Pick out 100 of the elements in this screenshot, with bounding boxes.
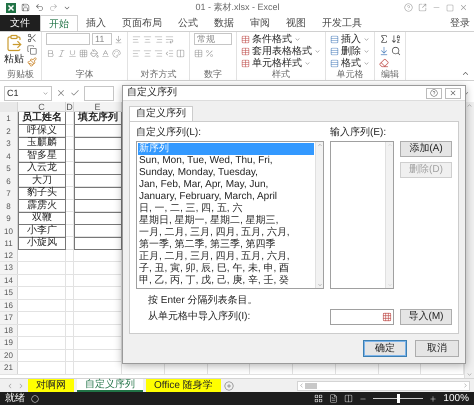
caret-icon[interactable] [294, 36, 301, 42]
table-icon[interactable] [241, 46, 250, 56]
row-header[interactable]: 19 [0, 337, 18, 348]
dialog-button[interactable]: 添加(A) [400, 141, 452, 157]
import-range-field[interactable] [330, 309, 394, 325]
row-header[interactable]: 7 [0, 187, 18, 200]
ribbon-tab[interactable]: 开发工具 [314, 15, 370, 31]
list-item[interactable]: 一月, 二月, 三月, 四月, 五月, 六月, [138, 227, 314, 239]
sign-in-link[interactable]: 登录 [450, 16, 474, 30]
row-header[interactable]: 8 [0, 200, 18, 212]
list-item[interactable]: 甲, 乙, 丙, 丁, 戊, 己, 庚, 辛, 壬, 癸 [138, 275, 314, 287]
row-header[interactable]: 14 [0, 274, 18, 286]
ribbon-tab[interactable]: 插入 [78, 15, 114, 31]
new-sheet-icon[interactable] [224, 380, 234, 390]
row-header[interactable]: 12 [0, 250, 18, 261]
row-header[interactable]: 6 [0, 174, 18, 188]
help-button[interactable] [426, 88, 442, 98]
row-header[interactable]: 17 [0, 312, 18, 324]
wrap-text-icon[interactable] [165, 34, 174, 44]
paste-button[interactable]: 粘贴 [4, 33, 24, 66]
name-box[interactable]: C1 [4, 86, 52, 100]
close-icon[interactable] [449, 89, 457, 97]
table-icon[interactable] [241, 58, 250, 68]
redo-icon[interactable] [49, 3, 58, 12]
cells-menu-item[interactable]: 插入 [330, 33, 370, 45]
ribbon-tab[interactable]: 开始 [40, 15, 78, 31]
align-right-icon[interactable] [154, 48, 163, 58]
font-size-field[interactable]: 11 [92, 33, 112, 45]
ribbon-tab[interactable]: 公式 [170, 15, 206, 31]
macro-record-icon[interactable] [31, 394, 39, 402]
styles-menu-item[interactable]: 单元格样式 [241, 57, 321, 69]
page-break-icon[interactable] [344, 394, 354, 403]
top-align-icon[interactable] [132, 34, 141, 44]
list-item[interactable]: January, February, March, April [138, 191, 314, 203]
cut-icon[interactable] [27, 33, 37, 43]
indent-icon[interactable] [165, 48, 174, 58]
rows-icon[interactable] [330, 46, 339, 56]
fill-color-icon[interactable] [90, 48, 99, 58]
zoom-in-icon[interactable] [429, 394, 438, 402]
row-header[interactable]: 2 [0, 124, 18, 138]
list-item[interactable]: Jan, Feb, Mar, Apr, May, Jun, [138, 179, 314, 191]
styles-menu-item[interactable]: 条件格式 [241, 33, 321, 45]
save-icon[interactable] [21, 3, 30, 12]
formula-field[interactable] [84, 86, 114, 100]
styles-menu-item[interactable]: 套用表格格式 [241, 45, 321, 57]
maximize-icon[interactable] [446, 4, 454, 12]
caret-icon[interactable] [42, 90, 49, 96]
row-header[interactable]: 15 [0, 287, 18, 298]
entries-field[interactable] [330, 141, 394, 289]
column-header[interactable]: C [18, 102, 66, 112]
row-header[interactable]: 20 [0, 350, 18, 361]
number-format-field[interactable]: 常规 [194, 33, 232, 45]
row-header[interactable]: 5 [0, 162, 18, 175]
list-item[interactable]: 第一季, 第二季, 第三季, 第四季 [138, 239, 314, 251]
list-item[interactable]: Sunday, Monday, Tuesday, [138, 167, 314, 179]
row-header[interactable]: 4 [0, 150, 18, 162]
ribbon-tab[interactable]: 文件 [0, 15, 40, 31]
align-center-icon[interactable] [143, 48, 152, 58]
row-header[interactable]: 13 [0, 262, 18, 274]
ribbon-tab[interactable]: 视图 [278, 15, 314, 31]
custom-list[interactable] [136, 141, 324, 289]
collapse-ribbon-icon[interactable] [461, 69, 470, 78]
middle-align-icon[interactable] [143, 34, 152, 44]
cells-menu-item[interactable]: 格式 [330, 57, 370, 69]
clipboard-icon[interactable] [5, 34, 23, 52]
list-item[interactable]: 正月, 二月, 三月, 四月, 五月, 六月, [138, 251, 314, 263]
help-icon[interactable] [430, 89, 438, 97]
column-header[interactable]: D [66, 102, 74, 112]
bottom-align-icon[interactable] [154, 34, 163, 44]
dialog-tab[interactable]: 自定义序列 [129, 106, 193, 121]
italic-icon[interactable] [57, 48, 66, 58]
rows-icon[interactable] [330, 34, 339, 44]
list-item[interactable]: 子, 丑, 寅, 卯, 辰, 巳, 午, 未, 申, 酉 [138, 263, 314, 275]
sheet-tab[interactable]: 对啊网 [28, 379, 74, 392]
ribbon-display-icon[interactable] [418, 3, 427, 12]
horizontal-scrollbar[interactable] [296, 380, 470, 390]
sheet-tab[interactable]: 自定义序列 [77, 379, 143, 392]
borders-icon[interactable] [79, 48, 88, 58]
row-header[interactable]: 3 [0, 137, 18, 150]
fill-icon[interactable] [379, 46, 389, 56]
eraser-icon[interactable] [379, 58, 389, 68]
ribbon-tab[interactable]: 页面布局 [114, 15, 170, 31]
close-button[interactable] [445, 88, 461, 98]
enter-icon[interactable] [70, 88, 80, 98]
normal-view-icon[interactable] [314, 394, 324, 403]
merge-icon[interactable] [176, 48, 185, 58]
underline-icon[interactable] [68, 48, 77, 58]
list-item[interactable]: Sun, Mon, Tue, Wed, Thu, Fri, [138, 155, 314, 167]
palette-icon[interactable] [112, 48, 121, 58]
scroll-up-icon[interactable] [466, 102, 473, 109]
cancel-icon[interactable] [56, 88, 66, 98]
row-header[interactable]: 10 [0, 224, 18, 238]
search-icon[interactable] [391, 46, 401, 56]
import-button[interactable]: 导入(M) [400, 309, 452, 325]
sort-icon[interactable] [391, 34, 401, 44]
zoom-slider[interactable] [373, 394, 424, 403]
dialog-button[interactable]: 确定 [363, 340, 407, 357]
copy-icon[interactable] [27, 45, 37, 55]
page-layout-icon[interactable] [329, 394, 338, 403]
scroll-down-icon[interactable] [466, 371, 473, 378]
